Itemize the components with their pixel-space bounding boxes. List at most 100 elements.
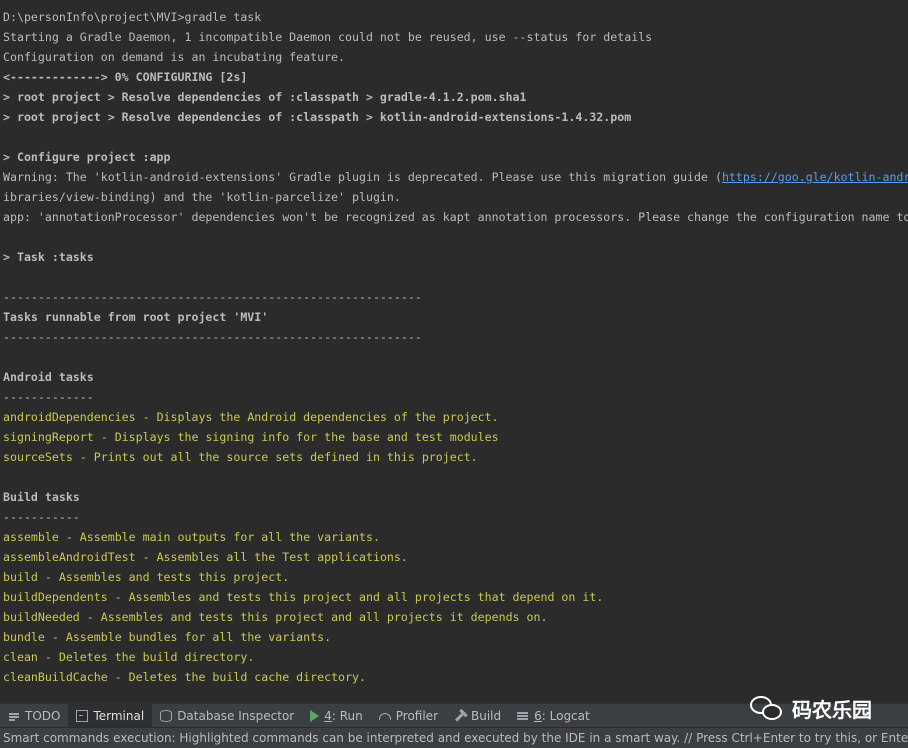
- terminal-line: > root project > Resolve dependencies of…: [0, 107, 908, 127]
- hammer-icon: [452, 708, 469, 725]
- terminal-line-text: Configuration on demand is an incubating…: [3, 50, 346, 64]
- task-description: Assembles and tests this project and all…: [128, 590, 604, 604]
- tab-run-text: : Run: [331, 709, 363, 723]
- tab-run[interactable]: 4: Run: [302, 704, 371, 728]
- terminal-line-text: Starting a Gradle Daemon, 1 incompatible…: [3, 30, 653, 44]
- terminal-line: Configuration on demand is an incubating…: [0, 47, 908, 67]
- task-separator: -: [79, 610, 101, 624]
- run-icon: [310, 710, 320, 722]
- terminal-line: Build tasks: [0, 487, 908, 507]
- task-description: Displays the Android dependencies of the…: [156, 410, 499, 424]
- terminal-line-text: app: 'annotationProcessor' dependencies …: [3, 210, 908, 224]
- terminal-line: app: 'annotationProcessor' dependencies …: [0, 207, 908, 227]
- tab-todo-label: TODO: [25, 709, 61, 723]
- logcat-icon: [517, 710, 529, 722]
- task-separator: -: [107, 670, 129, 684]
- task-description: Prints out all the source sets defined i…: [93, 450, 478, 464]
- task-line: build - Assembles and tests this project…: [0, 567, 908, 587]
- terminal-line: Starting a Gradle Daemon, 1 incompatible…: [0, 27, 908, 47]
- task-name: buildNeeded: [3, 610, 80, 624]
- tab-logcat-label: 6: Logcat: [534, 709, 590, 723]
- status-message: Smart commands execution: Highlighted co…: [3, 731, 908, 745]
- terminal-line: > Configure project :app: [0, 147, 908, 167]
- terminal-line: ibraries/view-binding) and the 'kotlin-p…: [0, 187, 908, 207]
- terminal-line-text: D:\personInfo\project\MVI>gradle task: [3, 10, 262, 24]
- tab-profiler[interactable]: Profiler: [371, 704, 446, 728]
- tab-logcat-text: : Logcat: [541, 709, 590, 723]
- terminal-line-text: Tasks runnable from root project 'MVI': [3, 310, 269, 324]
- watermark-text: 码农乐园: [792, 697, 872, 722]
- task-separator: -: [58, 530, 80, 544]
- terminal-line-text: ----------------------------------------…: [3, 330, 422, 344]
- terminal-line: Tasks runnable from root project 'MVI': [0, 307, 908, 327]
- task-line: buildNeeded - Assembles and tests this p…: [0, 607, 908, 627]
- task-description: Assembles and tests this project and all…: [100, 610, 548, 624]
- terminal-line-text: ibraries/view-binding) and the 'kotlin-p…: [3, 190, 401, 204]
- task-separator: -: [135, 410, 157, 424]
- terminal-line: > root project > Resolve dependencies of…: [0, 87, 908, 107]
- task-line: assembleAndroidTest - Assembles all the …: [0, 547, 908, 567]
- task-name: assembleAndroidTest: [3, 550, 136, 564]
- tab-terminal-label: Terminal: [93, 709, 145, 723]
- tab-todo[interactable]: TODO: [0, 704, 68, 728]
- tab-run-label: 4: Run: [324, 709, 363, 723]
- terminal-line-text: <-------------> 0% CONFIGURING [2s]: [3, 70, 248, 84]
- task-description: Deletes the build directory.: [58, 650, 255, 664]
- terminal-line-text: Build tasks: [3, 490, 80, 504]
- terminal-line-text: > root project > Resolve dependencies of…: [3, 90, 527, 104]
- tab-build-label: Build: [471, 709, 502, 723]
- task-description: Assembles and tests this project.: [58, 570, 290, 584]
- task-description: Assemble main outputs for all the varian…: [79, 530, 380, 544]
- tab-profiler-label: Profiler: [395, 709, 438, 723]
- terminal-output[interactable]: D:\personInfo\project\MVI>gradle task Sta…: [0, 0, 908, 702]
- task-separator: -: [37, 650, 59, 664]
- tab-logcat[interactable]: 6: Logcat: [509, 704, 598, 728]
- task-name: clean: [3, 650, 38, 664]
- terminal-line-text: -------------: [3, 390, 94, 404]
- database-icon: [160, 710, 173, 722]
- task-description: Displays the signing info for the base a…: [114, 430, 499, 444]
- tab-run-number: 4: [324, 709, 332, 723]
- list-icon: [8, 710, 20, 722]
- terminal-line: > Task :tasks: [0, 247, 908, 267]
- task-separator: -: [135, 550, 157, 564]
- profiler-icon: [378, 712, 391, 720]
- task-name: sourceSets: [3, 450, 73, 464]
- tab-database-inspector[interactable]: Database Inspector: [152, 704, 302, 728]
- task-name: build: [3, 570, 38, 584]
- terminal-line: -------------: [0, 387, 908, 407]
- terminal-line-text: > Task :tasks: [3, 250, 94, 264]
- migration-guide-link[interactable]: https://goo.gle/kotlin-andr: [722, 170, 908, 184]
- terminal-line-text: > root project > Resolve dependencies of…: [3, 110, 632, 124]
- terminal-line: D:\personInfo\project\MVI>gradle task: [0, 7, 908, 27]
- terminal-line-text: > Configure project :app: [3, 150, 171, 164]
- terminal-line-text: ----------------------------------------…: [3, 290, 422, 304]
- task-line: clean - Deletes the build directory.: [0, 647, 908, 667]
- task-separator: -: [37, 570, 59, 584]
- terminal-line-text: Android tasks: [3, 370, 94, 384]
- task-name: buildDependents: [3, 590, 108, 604]
- task-description: Assemble bundles for all the variants.: [65, 630, 332, 644]
- task-description: Deletes the build cache directory.: [128, 670, 366, 684]
- terminal-line: <-------------> 0% CONFIGURING [2s]: [0, 67, 908, 87]
- watermark: 码农乐园: [750, 690, 872, 726]
- tab-terminal[interactable]: Terminal: [68, 704, 153, 728]
- task-line: assemble - Assemble main outputs for all…: [0, 527, 908, 547]
- terminal-line-text: -----------: [3, 510, 80, 524]
- terminal-line: Android tasks: [0, 367, 908, 387]
- task-separator: -: [107, 590, 129, 604]
- terminal-icon: [76, 710, 89, 722]
- task-line: androidDependencies - Displays the Andro…: [0, 407, 908, 427]
- tab-logcat-number: 6: [534, 709, 542, 723]
- task-line: cleanBuildCache - Deletes the build cach…: [0, 667, 908, 687]
- task-separator: -: [44, 630, 66, 644]
- task-name: androidDependencies: [3, 410, 136, 424]
- task-name: signingReport: [3, 430, 94, 444]
- task-line: bundle - Assemble bundles for all the va…: [0, 627, 908, 647]
- task-description: Assembles all the Test applications.: [156, 550, 408, 564]
- tab-build[interactable]: Build: [446, 704, 509, 728]
